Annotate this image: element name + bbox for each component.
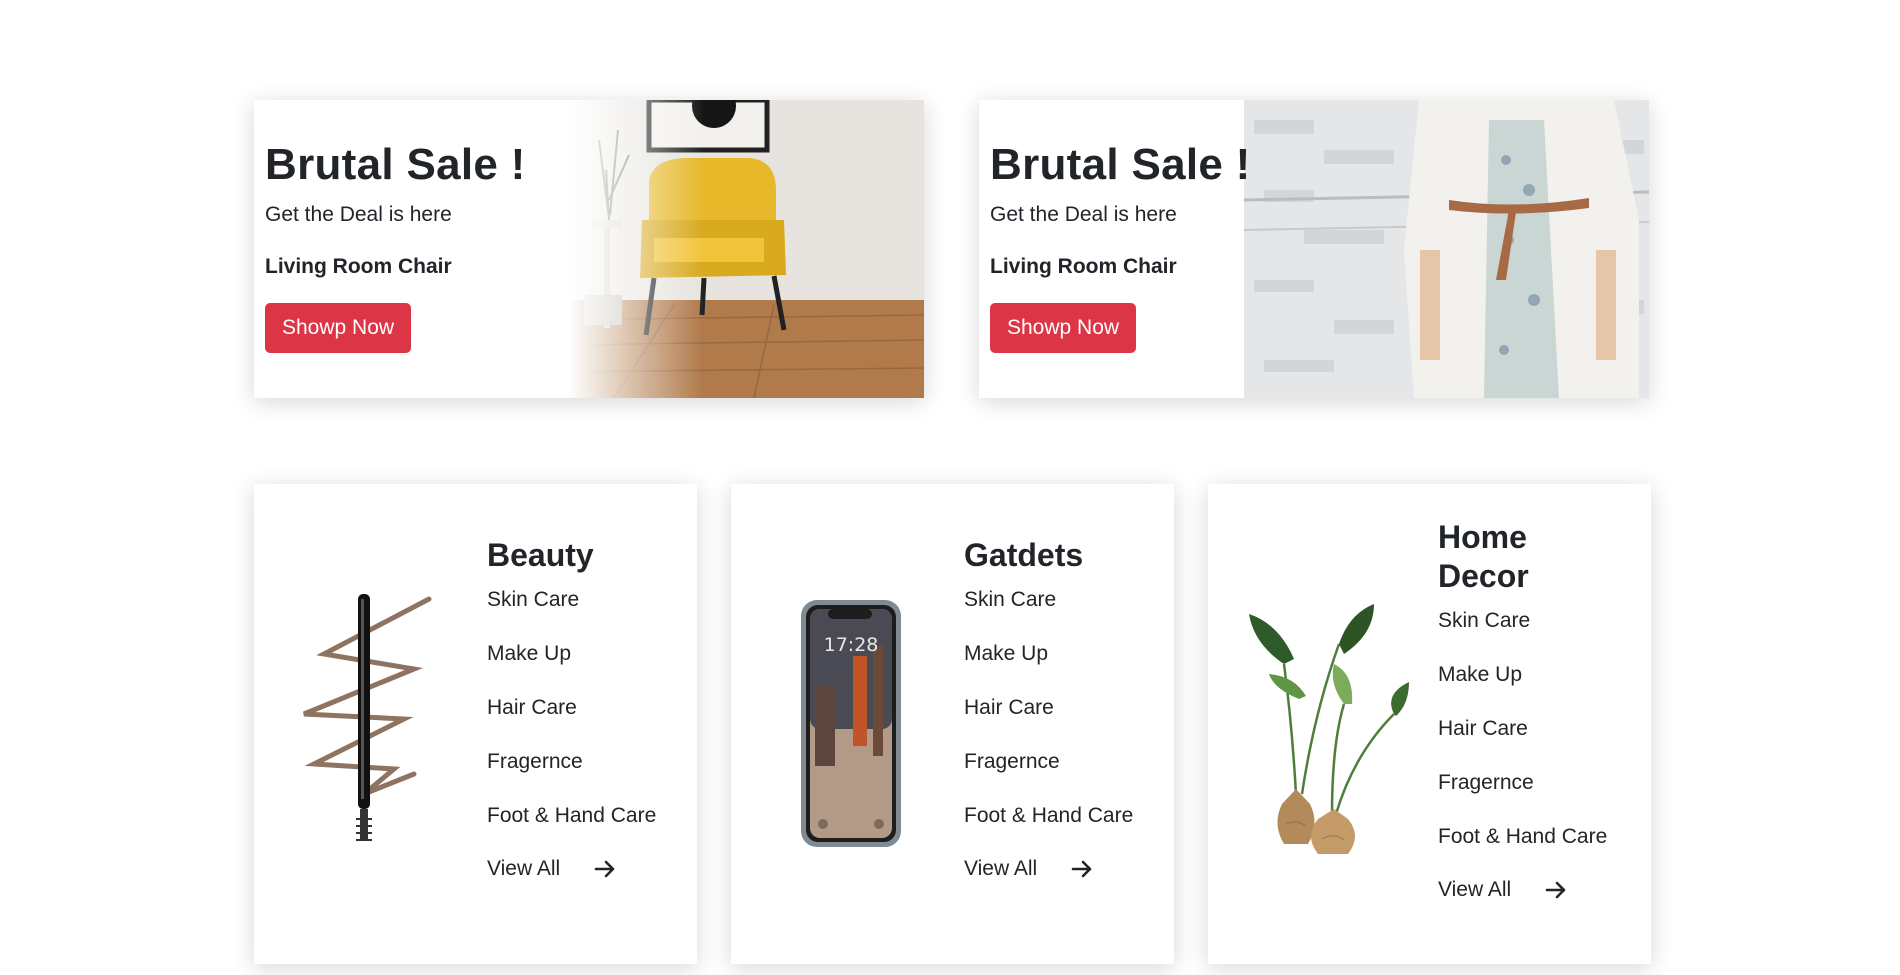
category-link[interactable]: Fragernce	[1438, 770, 1607, 824]
phone-time: 17:28	[824, 634, 879, 656]
promo-banner-fashion: Brutal Sale ! Get the Deal is here Livin…	[979, 100, 1649, 398]
category-link[interactable]: Make Up	[487, 641, 656, 695]
promo-subtitle: Get the Deal is here	[265, 202, 452, 226]
category-link[interactable]: Foot & Hand Care	[487, 803, 656, 857]
category-link[interactable]: Make Up	[1438, 662, 1607, 716]
category-link[interactable]: Foot & Hand Care	[964, 803, 1133, 857]
shop-now-button[interactable]: Showp Now	[265, 302, 412, 353]
category-link[interactable]: Skin Care	[964, 587, 1133, 641]
arrow-right-icon	[1545, 881, 1567, 899]
arrow-right-icon	[594, 860, 616, 878]
view-all-label: View All	[1438, 878, 1512, 902]
category-link[interactable]: Hair Care	[964, 695, 1133, 749]
view-all-label: View All	[964, 857, 1038, 881]
category-link[interactable]: Fragernce	[487, 749, 656, 803]
promo-title: Brutal Sale !	[265, 140, 526, 189]
brow-pencil-image	[303, 594, 432, 841]
category-card-beauty: Beauty Skin Care Make Up Hair Care Frage…	[254, 484, 697, 964]
promo-banner-chair: Brutal Sale ! Get the Deal is here Livin…	[254, 100, 924, 398]
view-all-link[interactable]: View All	[1438, 878, 1607, 902]
promo-subtitle: Get the Deal is here	[990, 202, 1177, 226]
category-link[interactable]: Hair Care	[487, 695, 656, 749]
promo-product-name: Living Room Chair	[265, 254, 452, 278]
woman-white-coat-image	[1244, 100, 1649, 398]
smartphone-image: 17:28	[801, 600, 901, 847]
category-title: Beauty	[487, 537, 594, 573]
category-title: Home Decor	[1438, 519, 1529, 595]
shop-now-button[interactable]: Showp Now	[990, 302, 1137, 353]
category-card-home-decor: Home Decor Skin Care Make Up Hair Care F…	[1208, 484, 1651, 964]
view-all-link[interactable]: View All	[487, 857, 656, 881]
promo-title: Brutal Sale !	[990, 140, 1251, 189]
category-link[interactable]: Foot & Hand Care	[1438, 824, 1607, 878]
potted-plant-image	[1249, 604, 1409, 854]
promo-product-name: Living Room Chair	[990, 254, 1177, 278]
view-all-link[interactable]: View All	[964, 857, 1133, 881]
arrow-right-icon	[1071, 860, 1093, 878]
category-link[interactable]: Hair Care	[1438, 716, 1607, 770]
category-link[interactable]: Fragernce	[964, 749, 1133, 803]
category-link[interactable]: Make Up	[964, 641, 1133, 695]
category-title: Gatdets	[964, 537, 1084, 573]
category-link[interactable]: Skin Care	[487, 587, 656, 641]
category-card-gadgets: 17:28 Gatdets Skin Care Make Up Hair Car…	[731, 484, 1174, 964]
category-link[interactable]: Skin Care	[1438, 608, 1607, 662]
view-all-label: View All	[487, 857, 561, 881]
